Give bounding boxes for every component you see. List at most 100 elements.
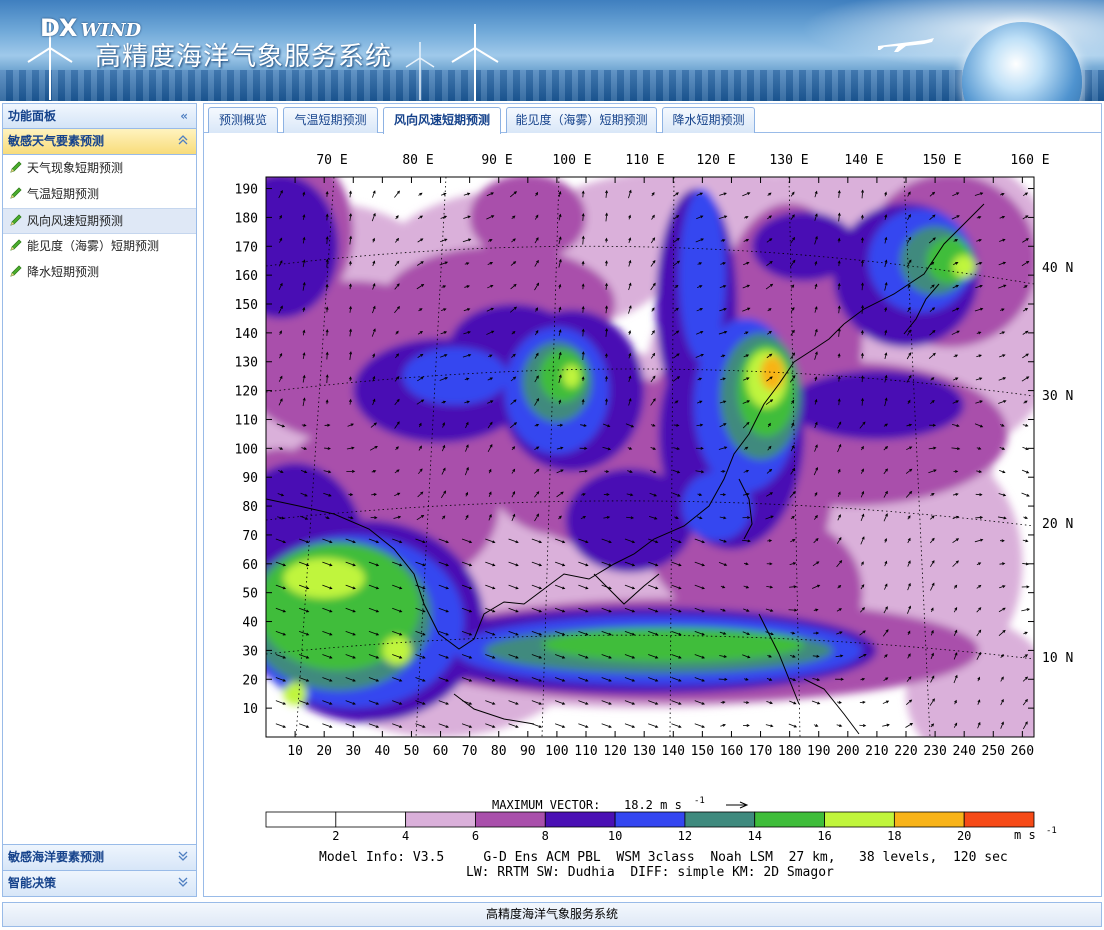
- longitude-label: 70 E: [316, 153, 347, 168]
- pencil-icon: [9, 158, 23, 183]
- x-tick-label: 120: [603, 744, 626, 759]
- x-tick-label: 190: [807, 744, 830, 759]
- chevron-down-icon[interactable]: [178, 845, 188, 870]
- y-tick-label: 20: [242, 673, 258, 688]
- colorbar-segment: [824, 811, 895, 828]
- nav-item-label: 风向风速短期预测: [27, 214, 124, 228]
- longitude-label: 110 E: [625, 153, 664, 168]
- tab-temperature[interactable]: 气温短期预测: [283, 107, 378, 133]
- longitude-labels: 70 E 80 E 90 E 100 E 110 E 120 E 130 E 140 E 150…: [316, 153, 1049, 168]
- wind-speed-contour: [682, 471, 752, 541]
- tab-visibility[interactable]: 能见度（海雾）短期预测: [506, 107, 657, 133]
- y-tick-label: 10: [242, 702, 258, 717]
- x-tick-label: 130: [632, 744, 655, 759]
- colorbar-tick-label: 14: [748, 829, 762, 843]
- nav-item-label: 气温短期预测: [27, 187, 100, 201]
- longitude-label: 80 E: [402, 153, 433, 168]
- longitude-label: 150 E: [922, 153, 961, 168]
- y-tick-label: 90: [242, 471, 258, 486]
- x-tick-label: 30: [345, 744, 361, 759]
- wind-speed-contour: [565, 468, 694, 573]
- wind-speed-contour: [789, 370, 965, 440]
- longitude-label: 140 E: [844, 153, 883, 168]
- wind-speed-contour: [562, 364, 581, 388]
- logo-prefix: DX: [40, 14, 77, 42]
- colorbar-tick-label: 20: [957, 829, 971, 843]
- chevron-down-icon[interactable]: [178, 871, 188, 896]
- wind-speed-field: [204, 177, 1034, 737]
- pencil-icon: [9, 211, 23, 236]
- nav-item-visibility[interactable]: 能见度（海雾）短期预测: [3, 234, 196, 260]
- nav-item-temperature[interactable]: 气温短期预测: [3, 182, 196, 208]
- x-tick-label: 100: [545, 744, 568, 759]
- main-panel: 预测概览 气温短期预测 风向风速短期预测 能见度（海雾）短期预测 降水短期预测 …: [203, 103, 1102, 897]
- x-tick-label: 90: [520, 744, 536, 759]
- airplane-icon: [878, 38, 934, 52]
- y-tick-label: 130: [235, 356, 258, 371]
- nav-item-label: 天气现象短期预测: [27, 161, 124, 175]
- longitude-label: 160 E: [1010, 153, 1049, 168]
- colorbar-segment: [684, 811, 756, 828]
- colorbar: 2 4 6 8 10 12 14 16 18 20: [265, 811, 1035, 843]
- tab-wind[interactable]: 风向风速短期预测: [383, 107, 501, 134]
- colorbar-tick-label: 12: [678, 829, 692, 843]
- wind-speed-contour: [402, 347, 508, 406]
- section-title: 敏感海洋要素预测: [8, 850, 105, 864]
- section-title: 智能决策: [8, 876, 57, 890]
- pencil-icon: [9, 184, 23, 209]
- wind-turbine-icon: [405, 42, 435, 100]
- wind-forecast-chart: 10 20 30 40 50 60 70 80 90 100 110 120 130 140 150 160 1…: [204, 153, 1074, 880]
- tab-precipitation[interactable]: 降水短期预测: [662, 107, 755, 133]
- chevron-up-icon[interactable]: [178, 129, 188, 154]
- nav-item-wind[interactable]: 风向风速短期预测: [3, 208, 196, 234]
- latitude-label: 10 N: [1042, 651, 1073, 666]
- colorbar-segment: [754, 811, 825, 828]
- x-tick-label: 10: [287, 744, 303, 759]
- y-tick-label: 120: [235, 385, 258, 400]
- collapse-panel-icon[interactable]: «: [180, 104, 188, 128]
- y-tick-label: 60: [242, 558, 258, 573]
- y-tick-label: 80: [242, 500, 258, 515]
- max-vector-label: MAXIMUM VECTOR:: [492, 798, 600, 812]
- x-tick-label: 140: [662, 744, 685, 759]
- sea-banner: [0, 70, 1104, 101]
- y-tick-label: 70: [242, 529, 258, 544]
- wind-speed-contour: [952, 254, 976, 279]
- y-tick-label: 100: [235, 442, 258, 457]
- section-header-decision[interactable]: 智能决策: [3, 870, 196, 896]
- app-header: DX WIND 高精度海洋气象服务系统: [0, 0, 1104, 101]
- colorbar-unit-exp: -1: [1046, 826, 1057, 836]
- pencil-icon: [9, 236, 23, 261]
- longitude-line: [204, 177, 222, 737]
- nav-item-label: 能见度（海雾）短期预测: [27, 239, 160, 253]
- colorbar-segment: [335, 811, 407, 828]
- y-tick-label: 160: [235, 269, 258, 284]
- section-header-ocean[interactable]: 敏感海洋要素预测: [3, 844, 196, 870]
- y-tick-label: 50: [242, 587, 258, 602]
- colorbar-segment: [475, 811, 546, 828]
- x-tick-label: 70: [462, 744, 478, 759]
- x-tick-label: 20: [316, 744, 332, 759]
- tab-overview[interactable]: 预测概览: [208, 107, 278, 133]
- max-vector-legend: MAXIMUM VECTOR: 18.2 m s -1: [492, 796, 749, 812]
- colorbar-segment: [893, 811, 965, 828]
- section-header-weather[interactable]: 敏感天气要素预测: [3, 129, 196, 155]
- sidebar: 功能面板 « 敏感天气要素预测 天气现象短期预测 气温短期预测 风向风速短期预测…: [2, 103, 197, 897]
- colorbar-segment: [614, 811, 686, 828]
- latitude-label: 40 N: [1042, 261, 1073, 276]
- x-tick-label: 200: [836, 744, 859, 759]
- colorbar-unit: m s: [1014, 828, 1036, 842]
- x-tick-label: 110: [574, 744, 597, 759]
- y-tick-label: 110: [235, 413, 258, 428]
- section-title: 敏感天气要素预测: [8, 134, 105, 148]
- nav-item-precipitation[interactable]: 降水短期预测: [3, 260, 196, 286]
- y-tick-label: 40: [242, 616, 258, 631]
- x-tick-label: 180: [778, 744, 801, 759]
- nav-item-weather-phenomenon[interactable]: 天气现象短期预测: [3, 156, 196, 182]
- y-tick-label: 180: [235, 211, 258, 226]
- max-vector-exp: -1: [694, 796, 705, 806]
- y-tick-label: 30: [242, 644, 258, 659]
- wind-speed-contour: [760, 355, 784, 391]
- x-tick-label: 260: [1011, 744, 1034, 759]
- max-vector-value: 18.2 m s: [624, 798, 682, 812]
